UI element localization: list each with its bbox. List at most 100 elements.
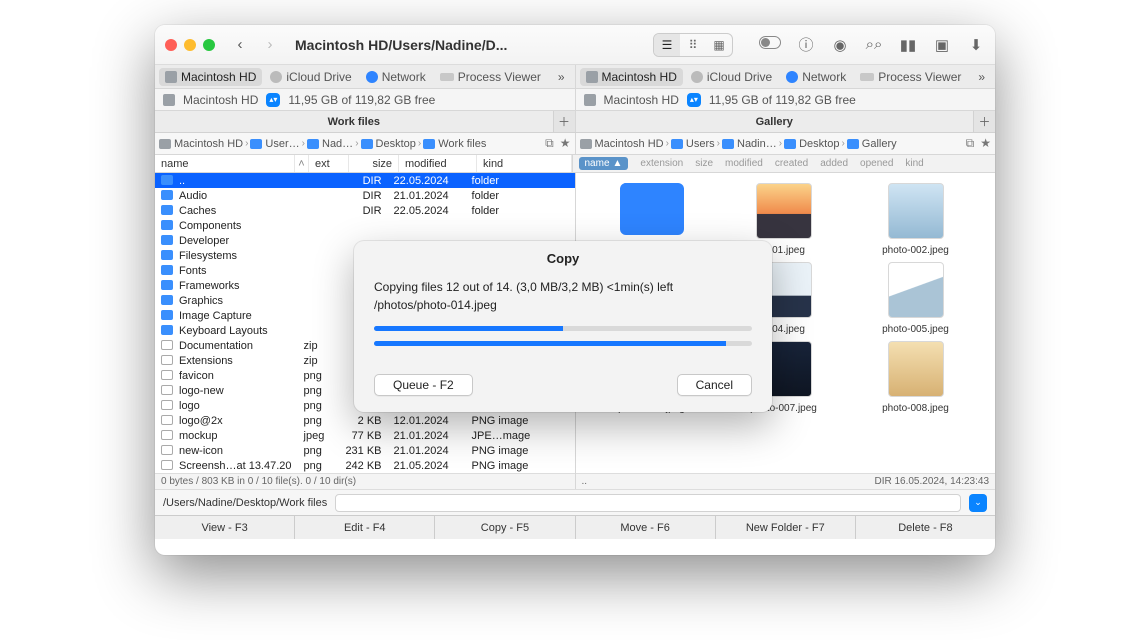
breadcrumb-item[interactable]: Nadin… <box>722 138 777 150</box>
function-button-row: View - F3Edit - F4Copy - F5Move - F6New … <box>155 515 995 539</box>
fn-button[interactable]: Move - F6 <box>576 516 716 539</box>
add-tab-button[interactable]: ＋ <box>973 111 995 132</box>
archive-icon[interactable]: ▮▮ <box>899 36 917 54</box>
right-status: .. DIR 16.05.2024, 14:23:43 <box>576 473 996 489</box>
location-net[interactable]: Network <box>780 68 852 86</box>
sort-indicator[interactable]: ˄ <box>295 155 309 172</box>
add-tab-button[interactable]: ＋ <box>553 111 575 132</box>
history-icon[interactable]: ⧉ <box>545 136 554 151</box>
location-hd[interactable]: Macintosh HD <box>580 68 683 86</box>
table-row[interactable]: CachesDIR22.05.2024folder <box>155 203 575 218</box>
progress-bar-total <box>374 341 752 346</box>
col-kind[interactable]: kind <box>477 155 572 172</box>
path-input[interactable] <box>335 494 961 512</box>
breadcrumb-item[interactable]: Macintosh HD <box>159 138 243 150</box>
history-button[interactable]: ⌄ <box>969 494 987 512</box>
locations-bar: Macintosh HDiCloud DriveNetworkProcess V… <box>155 65 995 89</box>
location-proc[interactable]: Process Viewer <box>854 68 967 86</box>
left-pane-tab[interactable]: Work files <box>155 116 553 128</box>
photo-thumb[interactable] <box>756 183 812 239</box>
table-row[interactable]: AudioDIR21.01.2024folder <box>155 188 575 203</box>
col-size[interactable]: size <box>695 158 713 169</box>
favorite-icon[interactable]: ★ <box>560 136 571 151</box>
col-ext[interactable]: ext <box>309 155 349 172</box>
list-view-icon[interactable]: ☰ <box>654 34 680 56</box>
sort-toggle[interactable]: ▴▾ <box>687 93 701 107</box>
col-mod[interactable]: modified <box>399 155 477 172</box>
queue-button[interactable]: Queue - F2 <box>374 374 473 396</box>
locations-overflow[interactable]: » <box>552 70 571 84</box>
close-icon[interactable] <box>165 39 177 51</box>
fn-button[interactable]: Delete - F8 <box>856 516 995 539</box>
gallery-item[interactable]: photo-002.jpeg <box>860 183 972 256</box>
breadcrumb-item[interactable]: Desktop <box>361 138 416 150</box>
fn-button[interactable]: Copy - F5 <box>435 516 575 539</box>
col-modified[interactable]: modified <box>725 158 763 169</box>
right-pane-tab[interactable]: Gallery <box>576 116 974 128</box>
nav-back-button[interactable]: ‹ <box>229 34 251 56</box>
breadcrumb-item[interactable]: Users <box>671 138 715 150</box>
location-hd[interactable]: Macintosh HD <box>159 68 262 86</box>
column-headers: name ˄ ext size modified kind name ▲ exte… <box>155 155 995 173</box>
maximize-icon[interactable] <box>203 39 215 51</box>
col-extension[interactable]: extension <box>640 158 683 169</box>
col-added[interactable]: added <box>820 158 848 169</box>
nav-forward-button[interactable]: › <box>259 34 281 56</box>
location-net[interactable]: Network <box>360 68 432 86</box>
fn-button[interactable]: New Folder - F7 <box>716 516 856 539</box>
disk-free: 11,95 GB of 119,82 GB free <box>709 93 856 107</box>
table-row[interactable]: mockupjpeg77 KB21.01.2024JPE…mage <box>155 428 575 443</box>
binoculars-icon[interactable]: ⌕⌕ <box>865 36 883 54</box>
eject-icon[interactable]: ▣ <box>933 36 951 54</box>
photo-thumb[interactable] <box>888 262 944 318</box>
folder-icon[interactable] <box>620 183 684 235</box>
breadcrumb-item[interactable]: Macintosh HD <box>580 138 664 150</box>
photo-thumb[interactable] <box>888 183 944 239</box>
minimize-icon[interactable] <box>184 39 196 51</box>
fn-button[interactable]: Edit - F4 <box>295 516 435 539</box>
favorite-icon[interactable]: ★ <box>980 136 991 151</box>
path-label: /Users/Nadine/Desktop/Work files <box>163 497 327 509</box>
view-mode-segment[interactable]: ☰ ⠿ ▦ <box>653 33 733 57</box>
col-name[interactable]: name ▲ <box>579 157 629 170</box>
table-row[interactable]: ..DIR22.05.2024folder <box>155 173 575 188</box>
sort-toggle[interactable]: ▴▾ <box>266 93 280 107</box>
fn-button[interactable]: View - F3 <box>155 516 295 539</box>
col-created[interactable]: created <box>775 158 808 169</box>
breadcrumb-item[interactable]: User… <box>250 138 299 150</box>
quicklook-icon[interactable]: ◉ <box>831 36 849 54</box>
gallery-item[interactable]: photo-005.jpeg <box>860 262 972 335</box>
col-name[interactable]: name <box>155 155 295 172</box>
download-icon[interactable]: ⬇ <box>967 36 985 54</box>
breadcrumb-item[interactable]: Nad… <box>307 138 353 150</box>
locations-overflow[interactable]: » <box>972 70 991 84</box>
photo-thumb[interactable] <box>888 341 944 397</box>
info-icon[interactable]: ⓘ <box>797 36 815 54</box>
table-row[interactable]: new-iconpng231 KB21.01.2024PNG image <box>155 443 575 458</box>
gallery-item[interactable]: photo-008.jpeg <box>860 341 972 414</box>
location-cloud[interactable]: iCloud Drive <box>685 68 778 86</box>
cancel-button[interactable]: Cancel <box>677 374 752 396</box>
left-status: 0 bytes / 803 KB in 0 / 10 file(s). 0 / … <box>155 473 575 489</box>
table-row[interactable]: logo@2xpng2 KB12.01.2024PNG image <box>155 413 575 428</box>
col-kind[interactable]: kind <box>905 158 923 169</box>
breadcrumb-item[interactable]: Gallery <box>847 138 897 150</box>
breadcrumb-item[interactable]: Desktop <box>784 138 839 150</box>
col-size[interactable]: size <box>349 155 399 172</box>
disk-icon <box>584 94 596 106</box>
breadcrumb-item[interactable]: Work files <box>423 138 486 150</box>
location-proc[interactable]: Process Viewer <box>434 68 547 86</box>
col-opened[interactable]: opened <box>860 158 893 169</box>
toggle-icon[interactable] <box>759 36 781 49</box>
disk-name: Macintosh HD <box>183 93 258 107</box>
table-row[interactable]: Components <box>155 218 575 233</box>
location-cloud[interactable]: iCloud Drive <box>264 68 357 86</box>
history-icon[interactable]: ⧉ <box>966 136 975 151</box>
dialog-status-text: Copying files 12 out of 14. (3,0 MB/3,2 … <box>374 278 752 314</box>
titlebar: ‹ › Macintosh HD/Users/Nadine/D... ☰ ⠿ ▦… <box>155 25 995 65</box>
column-view-icon[interactable]: ⠿ <box>680 34 706 56</box>
table-row[interactable]: Screensh…at 13.47.20png242 KB21.05.2024P… <box>155 458 575 473</box>
window-title: Macintosh HD/Users/Nadine/D... <box>295 37 507 53</box>
grid-view-icon[interactable]: ▦ <box>706 34 732 56</box>
path-row: /Users/Nadine/Desktop/Work files ⌄ <box>155 489 995 515</box>
